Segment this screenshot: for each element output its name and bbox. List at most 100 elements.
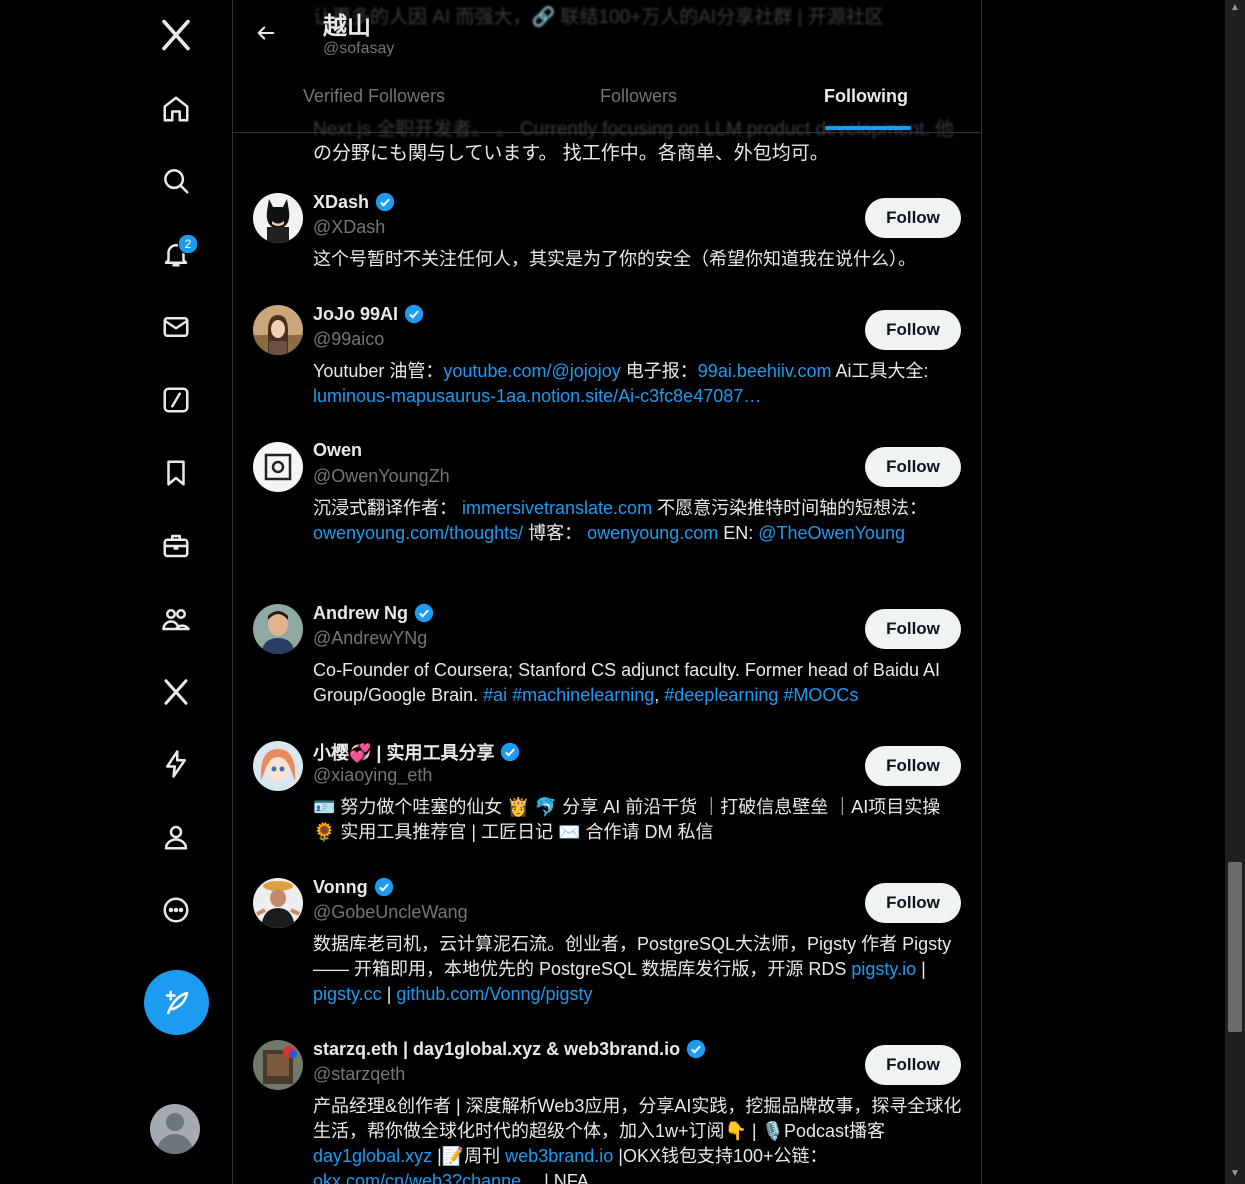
follow-button[interactable]: Follow: [865, 883, 961, 923]
active-tab-indicator: [825, 126, 911, 130]
user-bio: 产品经理&创作者 | 深度解析Web3应用，分享AI实践，挖掘品牌故事，探寻全球…: [313, 1094, 965, 1184]
bio-link[interactable]: pigsty.io: [851, 959, 916, 979]
user-display-name[interactable]: XDash: [313, 191, 396, 213]
bio-link[interactable]: luminous-mapusaurus-1aa.notion.site/Ai-c…: [313, 386, 761, 406]
grok-slash-icon[interactable]: [146, 370, 206, 430]
x-logo-icon[interactable]: [146, 5, 206, 65]
back-button[interactable]: [249, 16, 283, 50]
profile-person-icon[interactable]: [146, 807, 206, 867]
bio-link[interactable]: 99ai.beehiiv.com: [698, 361, 832, 381]
verified-badge-icon: [686, 1039, 706, 1059]
bio-link[interactable]: okx.com/cn/web3?channe…: [313, 1171, 539, 1184]
bio-text: 产品经理&创作者 | 深度解析Web3应用，分享AI实践，挖掘品牌故事，探寻全球…: [313, 1096, 962, 1141]
user-display-name[interactable]: Owen: [313, 440, 362, 461]
bio-link[interactable]: pigsty.cc: [313, 984, 382, 1004]
bio-link[interactable]: web3brand.io: [505, 1146, 613, 1166]
user-bio: 沉浸式翻译作者： immersivetranslate.com 不愿意污染推特时…: [313, 496, 965, 546]
user-display-name[interactable]: 小樱💞 | 实用工具分享: [313, 739, 521, 765]
follow-button[interactable]: Follow: [865, 746, 961, 786]
follow-button[interactable]: Follow: [865, 447, 961, 487]
user-avatar[interactable]: [253, 878, 303, 928]
follow-button[interactable]: Follow: [865, 198, 961, 238]
bio-link[interactable]: @TheOwenYoung: [758, 523, 905, 543]
user-display-name[interactable]: JoJo 99AI: [313, 303, 425, 325]
user-display-name[interactable]: Vonng: [313, 876, 395, 898]
bio-link[interactable]: day1global.xyz: [313, 1146, 432, 1166]
user-bio: 数据库老司机，云计算泥石流。创业者，PostgreSQL大法师，Pigsty 作…: [313, 932, 965, 1007]
arrow-left-icon: [257, 26, 275, 40]
page-scrollbar[interactable]: ▲ ▼: [1225, 0, 1245, 1184]
tab-following[interactable]: Following: [824, 86, 908, 107]
user-avatar[interactable]: [253, 604, 303, 654]
verified-badge-icon: [404, 304, 424, 324]
user-handle: @99aico: [313, 329, 385, 349]
bio-text: |: [381, 984, 397, 1004]
bio-link[interactable]: #MOOCs: [783, 685, 858, 705]
user-handle: @xiaoying_eth: [313, 765, 433, 785]
bio-text: Youtuber 油管：: [313, 361, 444, 381]
scroll-up-arrow-icon[interactable]: ▲: [1225, 0, 1245, 16]
bio-text: 🪪 努力做个哇塞的仙女 👸 🐬 分享 AI 前沿干货 ｜打破信息壁垒 ｜AI项目…: [313, 797, 941, 842]
verified-orgs-lightning-icon[interactable]: [146, 734, 206, 794]
more-options-icon[interactable]: [146, 880, 206, 940]
notifications-bell-icon[interactable]: 2: [146, 224, 206, 284]
bio-link[interactable]: github.com/Vonng/pigsty: [396, 984, 592, 1004]
bio-link[interactable]: immersivetranslate.com: [462, 498, 652, 518]
user-display-name[interactable]: Andrew Ng: [313, 602, 435, 624]
scrolled-bio-ghost: 让更多的人因 AI 而强大，🔗 联结100+万人的AI分享社群 | 开源社区: [313, 7, 884, 28]
default-avatar-head: [166, 1113, 184, 1131]
bio-text: EN:: [718, 523, 759, 543]
bio-text: 这个号暂时不关注任何人，其实是为了你的安全（希望你知道我在说什么）。: [313, 249, 916, 269]
follow-button[interactable]: Follow: [865, 310, 961, 350]
scroll-down-arrow-icon[interactable]: ▼: [1225, 1166, 1245, 1182]
profile-header: 让更多的人因 AI 而强大，🔗 联结100+万人的AI分享社群 | 开源社区 N…: [233, 0, 981, 140]
verified-badge-icon: [374, 877, 393, 897]
user-handle: @XDash: [313, 217, 386, 237]
follow-button[interactable]: Follow: [865, 609, 961, 649]
bio-text: | NFA: [539, 1171, 589, 1184]
jobs-briefcase-icon[interactable]: [146, 516, 206, 576]
user-avatar[interactable]: [253, 741, 303, 791]
user-handle: @GobeUncleWang: [313, 902, 468, 922]
user-bio: 这个号暂时不关注任何人，其实是为了你的安全（希望你知道我在说什么）。: [313, 247, 965, 272]
home-icon[interactable]: [146, 79, 206, 139]
tab-followers[interactable]: Followers: [600, 86, 677, 107]
bio-link[interactable]: youtube.com/@jojojoy: [443, 361, 620, 381]
follow-button[interactable]: Follow: [865, 1045, 961, 1085]
user-avatar[interactable]: [253, 1040, 303, 1090]
user-avatar[interactable]: [253, 305, 303, 355]
user-bio: Co-Founder of Coursera; Stanford CS adju…: [313, 658, 965, 708]
messages-mail-icon[interactable]: [146, 297, 206, 357]
bio-link[interactable]: #machinelearning: [512, 685, 654, 705]
account-avatar[interactable]: [150, 1104, 200, 1154]
left-nav: 2: [0, 0, 232, 1184]
user-handle: @OwenYoungZh: [313, 466, 450, 486]
tab-verified-followers[interactable]: Verified Followers: [303, 86, 445, 107]
profile-name: 越山: [323, 13, 371, 40]
search-icon[interactable]: [146, 151, 206, 211]
bio-text: ,: [654, 685, 665, 705]
bio-text: 沉浸式翻译作者：: [313, 498, 463, 518]
scrollbar-thumb[interactable]: [1228, 862, 1242, 1032]
communities-people-icon[interactable]: [146, 589, 206, 649]
bio-text: Ai工具大全:: [831, 361, 929, 381]
bio-link[interactable]: owenyoung.com/thoughts/: [313, 523, 523, 543]
bookmark-icon[interactable]: [146, 443, 206, 503]
bio-link[interactable]: #deeplearning: [664, 685, 778, 705]
bio-link[interactable]: #ai: [483, 685, 507, 705]
compose-post-button[interactable]: [144, 970, 209, 1035]
bio-link[interactable]: owenyoung.com: [587, 523, 718, 543]
user-display-name[interactable]: starzq.eth | day1global.xyz & web3brand.…: [313, 1038, 707, 1060]
following-list-column: 让更多的人因 AI 而强大，🔗 联结100+万人的AI分享社群 | 开源社区 N…: [232, 0, 982, 1184]
profile-handle: @sofasay: [323, 40, 395, 57]
premium-x-icon[interactable]: [146, 662, 206, 722]
user-avatar[interactable]: [253, 442, 303, 492]
notification-count-badge: 2: [178, 234, 198, 254]
bio-text: |OKX钱包支持100+公链：: [613, 1146, 828, 1166]
user-handle: @AndrewYNg: [313, 628, 428, 648]
verified-badge-icon: [414, 603, 434, 623]
user-avatar[interactable]: [253, 193, 303, 243]
verified-badge-icon: [501, 742, 520, 762]
user-bio: 🪪 努力做个哇塞的仙女 👸 🐬 分享 AI 前沿干货 ｜打破信息壁垒 ｜AI项目…: [313, 795, 965, 845]
feather-plus-icon: [165, 990, 188, 1014]
